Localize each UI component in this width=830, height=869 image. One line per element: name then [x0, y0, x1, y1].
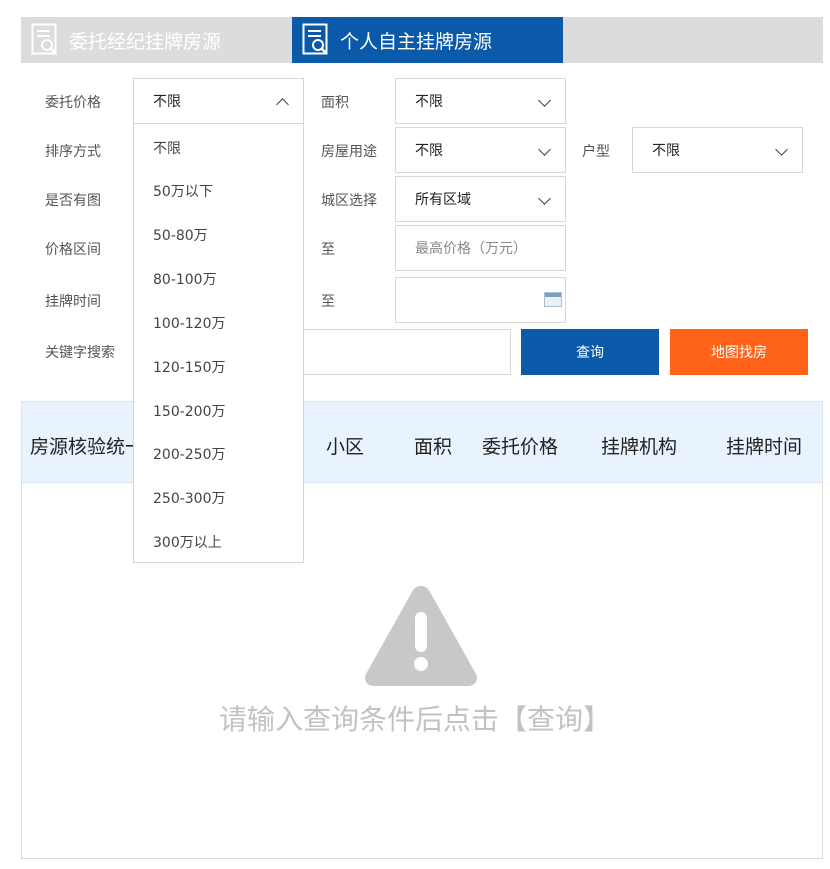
- layout-select-value: 不限: [652, 143, 680, 159]
- tab-personal-listings[interactable]: 个人自主挂牌房源: [292, 17, 563, 63]
- price-option[interactable]: 300万以上: [153, 532, 222, 552]
- tab-agent-listings[interactable]: 委托经纪挂牌房源: [21, 17, 283, 63]
- usage-label: 房屋用途: [321, 144, 377, 160]
- image-label: 是否有图: [45, 193, 101, 209]
- price-option[interactable]: 80-100万: [153, 269, 217, 289]
- col-community: 小区: [326, 436, 365, 458]
- price-select[interactable]: 不限: [133, 78, 304, 124]
- area-label: 面积: [321, 95, 349, 111]
- layout-label: 户型: [582, 144, 610, 160]
- district-label: 城区选择: [321, 193, 377, 209]
- keyword-label: 关键字搜索: [45, 345, 115, 361]
- document-search-icon: [302, 23, 332, 57]
- area-select[interactable]: 不限: [395, 78, 566, 124]
- warning-icon: [364, 586, 478, 686]
- chevron-up-icon: [276, 98, 289, 111]
- price-option[interactable]: 250-300万: [153, 488, 226, 508]
- chevron-down-icon: [538, 94, 551, 107]
- end-date-input[interactable]: [395, 277, 566, 323]
- chevron-down-icon: [538, 143, 551, 156]
- price-option[interactable]: 50万以下: [153, 181, 213, 201]
- tab-agent-label: 委托经纪挂牌房源: [69, 30, 222, 53]
- usage-select-value: 不限: [415, 143, 443, 159]
- price-option[interactable]: 150-200万: [153, 401, 226, 421]
- calendar-icon[interactable]: [544, 292, 562, 307]
- col-agency: 挂牌机构: [601, 436, 678, 458]
- price-option[interactable]: 200-250万: [153, 444, 226, 464]
- price-option[interactable]: 不限: [153, 138, 181, 158]
- max-price-placeholder: 最高价格（万元）: [415, 241, 527, 257]
- district-select-value: 所有区域: [415, 192, 471, 208]
- empty-state-message: 请输入查询条件后点击【查询】: [218, 703, 611, 736]
- district-select[interactable]: 所有区域: [395, 176, 566, 222]
- col-listing-code: 房源核验统一: [30, 436, 145, 458]
- layout-select[interactable]: 不限: [632, 127, 803, 173]
- listing-time-label: 挂牌时间: [45, 294, 101, 310]
- query-button[interactable]: 查询: [521, 329, 659, 375]
- col-price: 委托价格: [482, 436, 559, 458]
- price-select-value: 不限: [153, 94, 181, 110]
- price-label: 委托价格: [45, 95, 101, 111]
- to-label: 至: [321, 294, 335, 310]
- col-listing-time: 挂牌时间: [726, 436, 803, 458]
- chevron-down-icon: [538, 192, 551, 205]
- max-price-input[interactable]: 最高价格（万元）: [395, 225, 566, 271]
- price-dropdown-menu: 不限 50万以下 50-80万 80-100万 100-120万 120-150…: [133, 123, 304, 563]
- sort-label: 排序方式: [45, 144, 101, 160]
- price-option[interactable]: 100-120万: [153, 313, 226, 333]
- area-select-value: 不限: [415, 94, 443, 110]
- tab-bar: 委托经纪挂牌房源 个人自主挂牌房源: [21, 17, 823, 63]
- col-area: 面积: [414, 436, 453, 458]
- document-search-icon: [31, 23, 61, 57]
- map-search-button[interactable]: 地图找房: [670, 329, 808, 375]
- usage-select[interactable]: 不限: [395, 127, 566, 173]
- tab-personal-label: 个人自主挂牌房源: [340, 30, 493, 53]
- price-option[interactable]: 50-80万: [153, 225, 208, 245]
- to-label: 至: [321, 242, 335, 258]
- price-option[interactable]: 120-150万: [153, 357, 226, 377]
- chevron-down-icon: [775, 143, 788, 156]
- price-range-label: 价格区间: [45, 242, 101, 258]
